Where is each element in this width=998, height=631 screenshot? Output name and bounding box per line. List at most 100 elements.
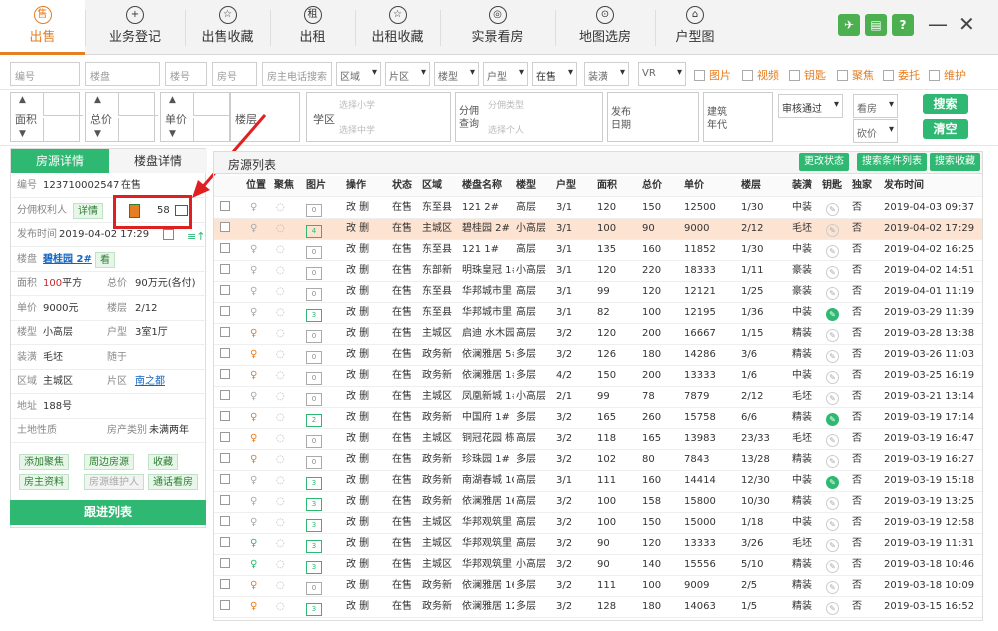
down-arrow-icon[interactable]: ▼ — [169, 129, 176, 139]
column-header[interactable]: 图片 — [306, 176, 326, 196]
key-icon[interactable]: ✎ — [826, 434, 839, 447]
build-year-range[interactable]: 建筑年代 — [703, 92, 773, 142]
tab-3[interactable]: 租出租 — [270, 0, 355, 55]
row-checkbox-cell[interactable] — [220, 597, 230, 617]
key-cell[interactable]: ✎ — [826, 450, 839, 470]
key-cell[interactable]: ✎ — [826, 261, 839, 281]
table-row[interactable]: ♀ ◌ 0 改 删 在售 主城区 启迪 水木园 高层 3/2 120 200 16667 1/15 精装 ✎… — [214, 324, 982, 345]
key-icon[interactable]: ✎ — [826, 266, 839, 279]
person-icon[interactable]: ♀ — [250, 513, 257, 533]
row-checkbox-cell[interactable] — [220, 576, 230, 596]
column-header[interactable]: 位置 — [246, 176, 266, 196]
key-icon[interactable]: ✎ — [826, 350, 839, 363]
column-header[interactable]: 面积 — [597, 176, 617, 196]
minimize-button[interactable]: — — [928, 12, 948, 36]
key-cell[interactable]: ✎ — [826, 513, 839, 533]
table-row[interactable]: ♀ ◌ 0 改 删 在售 东至县 华邦城市里 高层 3/1 99 120 12121 1/25 豪装 ✎ 否 2… — [214, 282, 982, 303]
key-icon[interactable]: ✎ — [826, 224, 839, 237]
row-checkbox[interactable] — [220, 243, 230, 253]
tab-2[interactable]: ☆ 出售收藏 — [185, 0, 270, 55]
focus-icon[interactable]: ◌ — [276, 303, 285, 323]
help-icon[interactable]: ? — [892, 14, 914, 36]
key-icon[interactable]: ✎ — [826, 245, 839, 258]
picture-cell[interactable]: 4 — [306, 219, 322, 239]
person-icon[interactable]: ♀ — [250, 324, 257, 344]
checkbox-filter[interactable]: 钥匙 — [789, 67, 826, 83]
edit-delete-actions[interactable]: 改 删 — [346, 513, 369, 533]
person-icon[interactable]: ♀ — [250, 408, 257, 428]
row-checkbox-cell[interactable] — [220, 429, 230, 449]
close-button[interactable]: ✕ — [958, 12, 975, 36]
picture-cell[interactable]: 3 — [306, 555, 322, 575]
person-icon[interactable]: ♀ — [250, 198, 257, 218]
row-checkbox[interactable] — [220, 201, 230, 211]
tab-0[interactable]: 售出售 — [0, 0, 85, 55]
edit-delete-actions[interactable]: 改 删 — [346, 492, 369, 512]
layout-select[interactable]: 户型 — [483, 62, 528, 86]
picture-icon[interactable]: 3 — [306, 603, 322, 616]
edit-delete-actions[interactable]: 改 删 — [346, 324, 369, 344]
column-header[interactable]: 区域 — [422, 176, 442, 196]
edit-delete-actions[interactable]: 改 删 — [346, 597, 369, 617]
action-button[interactable]: 收藏 — [148, 454, 178, 470]
edit-delete-actions[interactable]: 改 删 — [346, 345, 369, 365]
range-max-input[interactable] — [43, 118, 83, 141]
publish-date-range[interactable]: 发布日期 — [607, 92, 699, 142]
range-max-input[interactable] — [118, 118, 158, 141]
picture-icon[interactable]: 3 — [306, 561, 322, 574]
search-favorites-button[interactable]: 搜索收藏 — [930, 153, 980, 171]
key-cell[interactable]: ✎ — [826, 240, 839, 260]
picture-icon[interactable]: 0 — [306, 456, 322, 469]
row-checkbox[interactable] — [220, 222, 230, 232]
row-checkbox-cell[interactable] — [220, 408, 230, 428]
table-row[interactable]: ♀ ◌ 3 改 删 在售 政务新 南湖春城 1C 高层 3/1 111 160 14414 12/30 中… — [214, 471, 982, 492]
picture-icon[interactable]: 3 — [306, 498, 322, 511]
row-checkbox-cell[interactable] — [220, 366, 230, 386]
split-type-placeholder[interactable]: 分佣类型 — [488, 98, 524, 111]
picture-cell[interactable]: 0 — [306, 387, 322, 407]
key-icon[interactable]: ✎ — [826, 539, 839, 552]
column-header[interactable]: 聚焦 — [274, 176, 294, 196]
row-checkbox[interactable] — [220, 495, 230, 505]
key-icon[interactable]: ✎ — [826, 392, 839, 405]
table-row[interactable]: ♀ ◌ 2 改 删 在售 政务新 中国府 1# 多层 3/2 165 260 15758 6/6 精装 ✎ 否… — [214, 408, 982, 429]
person-icon[interactable]: ♀ — [250, 576, 257, 596]
down-arrow-icon[interactable]: ▼ — [94, 129, 101, 139]
focus-icon[interactable]: ◌ — [276, 492, 285, 512]
key-icon[interactable]: ✎ — [826, 329, 839, 342]
key-icon[interactable]: ✎ — [826, 518, 839, 531]
picture-cell[interactable]: 3 — [306, 471, 322, 491]
audit-select[interactable]: 审核通过 — [778, 94, 843, 118]
picture-cell[interactable]: 3 — [306, 492, 322, 512]
key-icon[interactable]: ✎ — [826, 476, 839, 489]
table-row[interactable]: ♀ ◌ 3 改 删 在售 政务新 依澜雅居 12 多层 3/2 128 180 14063 1/5 精装 ✎… — [214, 597, 982, 618]
table-row[interactable]: ♀ ◌ 3 改 删 在售 主城区 华邦观筑里 高层 3/2 90 120 13333 3/26 毛坯 ✎ 否 2… — [214, 534, 982, 555]
view-select[interactable]: 看房 — [853, 94, 898, 118]
key-icon[interactable]: ✎ — [826, 203, 839, 216]
person-icon[interactable]: ♀ — [250, 492, 257, 512]
row-checkbox[interactable] — [220, 390, 230, 400]
edit-delete-actions[interactable]: 改 删 — [346, 198, 369, 218]
picture-icon[interactable]: 3 — [306, 477, 322, 490]
picture-cell[interactable]: 2 — [306, 408, 322, 428]
clear-button[interactable]: 清空 — [923, 119, 968, 139]
focus-icon[interactable]: ◌ — [276, 219, 285, 239]
checkbox-filter[interactable]: 聚焦 — [837, 67, 874, 83]
action-button[interactable]: 房主资料 — [19, 474, 69, 490]
key-cell[interactable]: ✎ — [826, 219, 839, 239]
checkbox-filter[interactable]: 视频 — [742, 67, 779, 83]
edit-delete-actions[interactable]: 改 删 — [346, 471, 369, 491]
row-checkbox-cell[interactable] — [220, 282, 230, 302]
row-checkbox-cell[interactable] — [220, 345, 230, 365]
picture-icon[interactable]: 0 — [306, 246, 322, 259]
tab-5[interactable]: ◎ 实景看房 — [440, 0, 555, 55]
checkbox-filter[interactable]: 维护 — [929, 67, 966, 83]
table-row[interactable]: ♀ ◌ 3 改 删 在售 东至县 华邦城市里 高层 3/1 82 100 12195 1/36 中装 ✎ 否 2… — [214, 303, 982, 324]
action-button[interactable]: 房源维护人 — [84, 474, 144, 490]
zone-select[interactable]: 片区 — [385, 62, 430, 86]
row-checkbox[interactable] — [220, 327, 230, 337]
row-checkbox[interactable] — [220, 453, 230, 463]
follow-up-list-bar[interactable]: 跟进列表 — [10, 500, 206, 525]
person-icon[interactable]: ♀ — [250, 450, 257, 470]
key-cell[interactable]: ✎ — [826, 324, 839, 344]
